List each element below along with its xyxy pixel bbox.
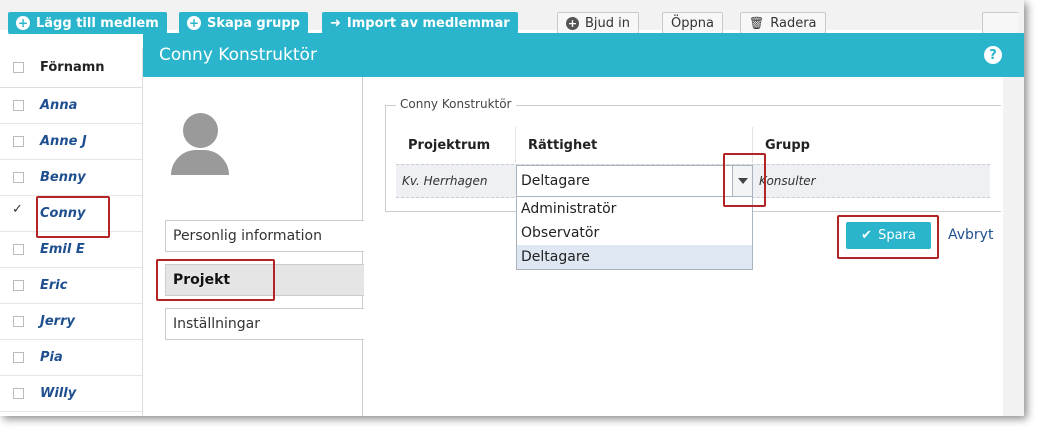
member-row[interactable]: Benny: [0, 160, 142, 196]
trash-icon: 🗑: [749, 16, 765, 30]
member-row[interactable]: Willy: [0, 376, 142, 412]
firstname-column-header[interactable]: Förnamn: [40, 60, 105, 75]
add-member-label: Lägg till medlem: [36, 15, 159, 31]
create-group-label: Skapa grupp: [207, 15, 300, 31]
dropdown-option[interactable]: Observatör: [517, 221, 752, 245]
toolbar: + Lägg till medlem + Skapa grupp ➜ Impor…: [0, 0, 1024, 34]
right-select-value: Deltagare: [521, 173, 590, 189]
column-header-group: Grupp: [765, 137, 810, 153]
select-all-checkbox[interactable]: [13, 62, 24, 73]
member-name[interactable]: Pia: [40, 350, 63, 365]
row-checkbox[interactable]: [13, 280, 24, 291]
project-cell: Kv. Herrhagen: [402, 174, 488, 188]
modal-sidebar: Personlig information Projekt Inställnin…: [143, 77, 364, 416]
member-name[interactable]: Willy: [40, 386, 76, 401]
project-table-header: Projektrum Rättighet Grupp: [396, 127, 990, 163]
open-label: Öppna: [671, 15, 714, 31]
nav-label: Personlig information: [173, 228, 322, 244]
avatar-icon: [171, 113, 229, 175]
delete-button[interactable]: 🗑 Radera: [740, 12, 826, 34]
highlight-box-member: [36, 196, 110, 238]
right-select[interactable]: Deltagare: [516, 165, 753, 197]
column-header-project: Projektrum: [396, 127, 516, 163]
highlight-box-dropdown-arrow: [723, 153, 766, 207]
member-name[interactable]: Benny: [40, 170, 86, 185]
member-row[interactable]: Pia: [0, 340, 142, 376]
plus-circle-icon: +: [187, 16, 201, 30]
modal-scroll-strip: [1003, 77, 1024, 416]
import-members-button[interactable]: ➜ Import av medlemmar: [322, 12, 518, 34]
member-name[interactable]: Jerry: [40, 314, 75, 329]
right-dropdown-list: Administratör Observatör Deltagare: [516, 197, 753, 270]
add-member-button[interactable]: + Lägg till medlem: [8, 12, 167, 34]
row-checkbox[interactable]: [13, 172, 24, 183]
modal-title-bar: Conny Konstruktör ?: [143, 33, 1024, 77]
plus-circle-icon: +: [16, 16, 30, 30]
import-icon: ➜: [330, 15, 341, 31]
member-name[interactable]: Anne J: [40, 134, 87, 149]
row-checkbox[interactable]: [13, 100, 24, 111]
invite-label: Bjud in: [585, 15, 631, 31]
fieldset-border: [385, 105, 386, 211]
question-icon[interactable]: ?: [984, 46, 1002, 64]
dropdown-option-selected[interactable]: Deltagare: [517, 245, 752, 269]
open-button[interactable]: Öppna: [662, 12, 723, 34]
nav-label: Inställningar: [173, 316, 261, 332]
member-row[interactable]: Anna: [0, 88, 142, 124]
nav-settings[interactable]: Inställningar: [165, 308, 364, 340]
row-checkbox[interactable]: [13, 352, 24, 363]
nav-personal-info[interactable]: Personlig information: [165, 220, 364, 252]
plus-circle-icon: +: [566, 16, 579, 30]
member-row[interactable]: Eric: [0, 268, 142, 304]
member-name[interactable]: Eric: [40, 278, 67, 293]
highlight-box-save: [837, 215, 939, 259]
fieldset-legend: Conny Konstruktör: [396, 97, 516, 111]
invite-button[interactable]: + Bjud in: [557, 12, 640, 34]
highlight-box-project-nav: [156, 259, 275, 301]
delete-label: Radera: [770, 15, 817, 31]
app-window: + Lägg till medlem + Skapa grupp ➜ Impor…: [0, 0, 1024, 416]
row-checkbox[interactable]: [13, 244, 24, 255]
row-checkbox[interactable]: [13, 388, 24, 399]
member-row[interactable]: Jerry: [0, 304, 142, 340]
member-name[interactable]: Emil E: [40, 242, 85, 257]
group-cell: Konsulter: [759, 174, 816, 188]
member-list-header: Förnamn: [0, 48, 142, 88]
cancel-link[interactable]: Avbryt: [948, 227, 993, 243]
import-members-label: Import av medlemmar: [346, 15, 510, 31]
create-group-button[interactable]: + Skapa grupp: [179, 12, 308, 34]
row-checkbox[interactable]: [13, 316, 24, 327]
dropdown-option[interactable]: Administratör: [517, 197, 752, 221]
member-row[interactable]: Anne J: [0, 124, 142, 160]
column-header-right: Rättighet: [516, 127, 753, 163]
member-name[interactable]: Anna: [40, 98, 77, 113]
row-checkbox[interactable]: [13, 136, 24, 147]
row-checkbox-checked[interactable]: [12, 202, 24, 219]
modal-title: Conny Konstruktör: [159, 45, 317, 65]
